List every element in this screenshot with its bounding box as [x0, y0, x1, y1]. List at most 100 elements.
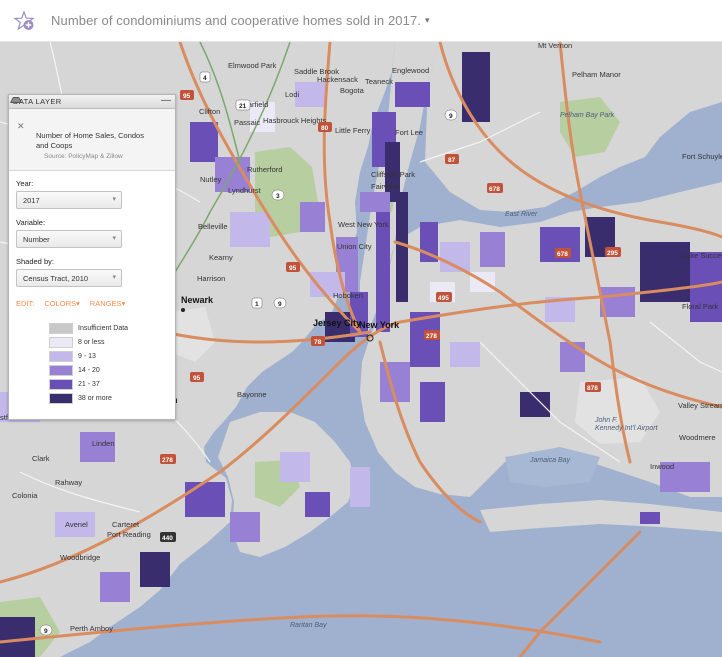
legend-label: Insufficient Data — [78, 325, 129, 332]
svg-text:Inwood: Inwood — [650, 462, 674, 471]
svg-text:Hoboken: Hoboken — [333, 291, 363, 300]
close-icon[interactable]: ✕ — [17, 121, 25, 132]
svg-text:East River: East River — [505, 211, 538, 218]
layer-form: Year: 2017 ▾ Variable: Number ▾ Shaded b… — [9, 171, 175, 405]
ranges-button[interactable]: RANGES▾ — [90, 299, 125, 308]
svg-text:Colonia: Colonia — [12, 491, 38, 500]
svg-text:21: 21 — [239, 103, 247, 110]
shield-9-b: 9 — [273, 297, 287, 309]
chevron-down-icon: ▾ — [112, 196, 116, 203]
svg-text:Elmwood Park: Elmwood Park — [228, 61, 277, 70]
shield-678-b: 678 — [555, 248, 571, 258]
variable-value: Number — [23, 235, 50, 244]
shaded-select[interactable]: Census Tract, 2010 ▾ — [16, 269, 122, 287]
legend-label: 8 or less — [78, 339, 105, 346]
map-title: Number of condominiums and cooperative h… — [51, 13, 422, 28]
svg-text:878: 878 — [587, 385, 598, 392]
svg-text:Linden: Linden — [92, 439, 115, 448]
shield-440: 440 — [160, 532, 176, 542]
svg-text:West New York: West New York — [338, 220, 389, 229]
svg-text:495: 495 — [438, 295, 449, 302]
colors-button[interactable]: COLORS▾ — [44, 299, 79, 308]
svg-text:New York: New York — [359, 320, 400, 330]
svg-text:Raritan Bay: Raritan Bay — [290, 622, 327, 629]
svg-text:Hackensack: Hackensack — [317, 75, 358, 84]
variable-select[interactable]: Number ▾ — [16, 230, 122, 248]
layers-icon — [10, 97, 22, 103]
shield-9-c: 9 — [39, 624, 53, 636]
svg-text:278: 278 — [426, 333, 437, 340]
shield-3: 3 — [271, 189, 285, 201]
svg-text:Lodi: Lodi — [285, 90, 300, 99]
year-select[interactable]: 2017 ▾ — [16, 191, 122, 209]
legend-swatch — [49, 351, 73, 362]
legend-swatch — [49, 323, 73, 334]
svg-text:80: 80 — [321, 125, 329, 132]
svg-text:Bogota: Bogota — [340, 86, 365, 95]
legend: Insufficient Data 8 or less 9 - 13 14 - … — [49, 322, 175, 405]
svg-text:Avenel: Avenel — [65, 520, 88, 529]
svg-text:Lyndhurst: Lyndhurst — [228, 186, 262, 195]
svg-text:Valley Stream: Valley Stream — [678, 401, 722, 410]
svg-text:Kennedy Int'l Airport: Kennedy Int'l Airport — [595, 425, 659, 432]
svg-text:Fort Lee: Fort Lee — [395, 128, 423, 137]
svg-text:Woodmere: Woodmere — [679, 433, 716, 442]
chevron-down-icon: ▾ — [112, 274, 116, 281]
svg-text:Clark: Clark — [32, 454, 50, 463]
shield-95-b: 95 — [286, 262, 300, 272]
legend-item: 21 - 37 — [49, 378, 175, 391]
svg-text:678: 678 — [489, 186, 500, 193]
svg-text:4: 4 — [203, 75, 207, 82]
legend-swatch — [49, 379, 73, 390]
svg-text:Floral Park: Floral Park — [682, 302, 719, 311]
svg-text:Jamaica Bay: Jamaica Bay — [529, 457, 571, 464]
svg-text:Clifton: Clifton — [199, 107, 220, 116]
star-plus-icon[interactable] — [11, 8, 37, 34]
svg-text:Passaic: Passaic — [234, 118, 261, 127]
edit-label: EDIT: — [16, 299, 35, 308]
shield-495: 495 — [436, 292, 452, 302]
shield-95-c: 95 — [190, 372, 204, 382]
svg-text:9: 9 — [44, 628, 48, 635]
land-rockaway — [480, 500, 722, 532]
svg-text:Jersey City: Jersey City — [313, 318, 361, 328]
svg-text:Kearny: Kearny — [209, 253, 233, 262]
shaded-value: Census Tract, 2010 — [23, 274, 89, 283]
svg-text:John F.: John F. — [594, 417, 617, 424]
svg-text:Rutherford: Rutherford — [247, 165, 282, 174]
svg-text:Teaneck: Teaneck — [365, 77, 393, 86]
svg-text:87: 87 — [448, 157, 456, 164]
svg-text:Nutley: Nutley — [200, 175, 222, 184]
newark-marker — [181, 308, 185, 312]
top-bar: Number of condominiums and cooperative h… — [0, 0, 722, 42]
shield-295: 295 — [605, 247, 621, 257]
svg-text:Newark: Newark — [181, 295, 214, 305]
svg-text:Woodbridge: Woodbridge — [60, 553, 100, 562]
svg-text:Belleville: Belleville — [198, 222, 228, 231]
shield-278-a: 278 — [424, 330, 440, 340]
layer-description: ✕ Number of Home Sales, Condos and Coops… — [9, 109, 175, 171]
title-dropdown-caret[interactable]: ▾ — [425, 15, 430, 26]
data-layer-panel: DATA LAYER — ✕ Number of Home Sales, Con… — [8, 94, 176, 420]
shield-678-a: 678 — [487, 183, 503, 193]
minimize-button[interactable]: — — [161, 96, 171, 106]
variable-label: Variable: — [16, 218, 46, 227]
legend-swatch — [49, 365, 73, 376]
svg-text:440: 440 — [162, 535, 173, 542]
shield-9-a: 9 — [444, 109, 458, 121]
svg-text:Carteret: Carteret — [112, 520, 140, 529]
choropleth-map[interactable]: Mt Vernon Elmwood Park Saddle Brook Hack… — [0, 42, 722, 657]
legend-swatch — [49, 393, 73, 404]
svg-text:Lake Success: Lake Success — [682, 251, 722, 260]
layer-source: Source: PolicyMap & Zillow — [44, 153, 123, 160]
legend-label: 38 or more — [78, 395, 112, 402]
svg-text:278: 278 — [162, 457, 173, 464]
shield-1: 1 — [251, 297, 263, 309]
svg-text:Harrison: Harrison — [197, 274, 225, 283]
legend-label: 9 - 13 — [78, 353, 96, 360]
legend-item: 9 - 13 — [49, 350, 175, 363]
shield-95-a: 95 — [180, 90, 194, 100]
legend-swatch — [49, 337, 73, 348]
svg-text:Union City: Union City — [337, 242, 372, 251]
shield-878: 878 — [585, 382, 601, 392]
